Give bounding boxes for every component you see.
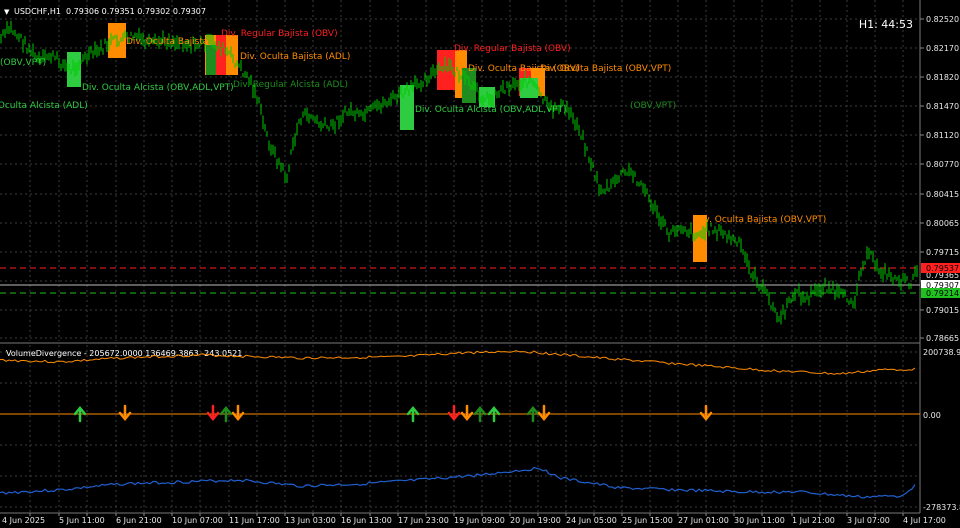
price-tick: 0.82170 [926,44,959,53]
divergence-label[interactable]: Div. Oculta Alcista (OBV,ADL,VPT) [82,83,234,93]
divergence-label[interactable]: (OBV,VPT) [630,101,676,111]
price-badges: 0.79537 0.79307 0.79214 [921,263,960,298]
price-tick: 0.80065 [926,219,959,228]
divergence-label[interactable]: Div. Regular Bajista (OBV) [221,29,338,39]
divergence-label[interactable]: Div. Oculta Bajista [126,37,208,47]
time-label: 19 Jun 09:00 [454,516,505,525]
divergence-label[interactable]: (OBV,VPT) [0,58,46,68]
time-label: 6 Jun 21:00 [116,516,162,525]
price-tick: 0.79015 [926,306,959,315]
ohlc-values: 0.79306 0.79351 0.79302 0.79307 [66,7,206,16]
divergence-label[interactable]: Div. Regular Alcista (ADL) [233,80,348,90]
bearish-hidden-box[interactable] [226,35,238,75]
price-tick: 0.79715 [926,248,959,257]
time-label: 13 Jun 03:00 [285,516,336,525]
time-label: 1 Jul 21:00 [792,516,835,525]
indicator-min-label: -278373.8 [923,503,960,512]
time-label: 30 Jun 11:00 [734,516,785,525]
price-tick: 0.78665 [926,334,959,343]
green-level-value: 0.79214 [926,289,959,298]
price-tick: 0.80415 [926,190,959,199]
time-label: 16 Jun 13:00 [341,516,392,525]
red-level-value: 0.79537 [926,264,959,273]
time-label: 24 Jun 05:00 [566,516,617,525]
price-tick: 0.80770 [926,160,959,169]
time-label: 4 Jul 17:00 [903,516,946,525]
divergence-label[interactable]: Div. Oculta Alcista (OBV,ADL,VPT) [415,105,567,115]
divergence-label[interactable]: Div. Oculta Alcista (ADL) [0,101,88,111]
price-tick: 0.82520 [926,15,959,24]
divergence-label[interactable]: Div. Oculta Bajista (OBV,VPT) [695,215,826,225]
symbol-label: USDCHF,H1 [14,7,61,16]
bearish-regular-box[interactable] [437,50,455,90]
time-label: 17 Jun 23:00 [398,516,449,525]
time-label: 3 Jul 07:00 [847,516,890,525]
divergence-label[interactable]: Div. Regular Bajista (OBV) [454,44,571,54]
indicator-max-label: 200738.93 [923,348,960,357]
bar-timer: H1: 44:53 [859,18,913,31]
indicator-panel[interactable] [0,345,920,513]
indicator-title: VolumeDivergence - 205672.0000 136469.38… [6,349,242,358]
indicator-zero-label: 0.00 [923,411,941,420]
bullish-hidden-box[interactable] [400,85,414,130]
divergence-label[interactable]: Div. Oculta Bajista (ADL) [240,52,350,62]
time-label: 10 Jun 07:00 [172,516,223,525]
time-label: 27 Jun 01:00 [678,516,729,525]
time-axis-labels: 4 Jun 2025 5 Jun 11:00 6 Jun 21:00 10 Ju… [2,516,946,525]
time-label: 20 Jun 19:00 [510,516,561,525]
time-label: 5 Jun 11:00 [59,516,105,525]
trading-chart[interactable]: 0.82520 0.82170 0.81820 0.81470 0.81120 … [0,0,960,528]
time-label: 25 Jun 15:00 [622,516,673,525]
price-tick: 0.81820 [926,73,959,82]
divergence-label[interactable]: Div. Oculta Bajista (OBV,VPT) [540,64,671,74]
price-tick: 0.81470 [926,102,959,111]
time-label: 4 Jun 2025 [2,516,45,525]
price-tick: 0.81120 [926,131,959,140]
time-label: 11 Jun 17:00 [229,516,280,525]
chart-menu-arrow-icon[interactable]: ▼ [4,8,10,16]
